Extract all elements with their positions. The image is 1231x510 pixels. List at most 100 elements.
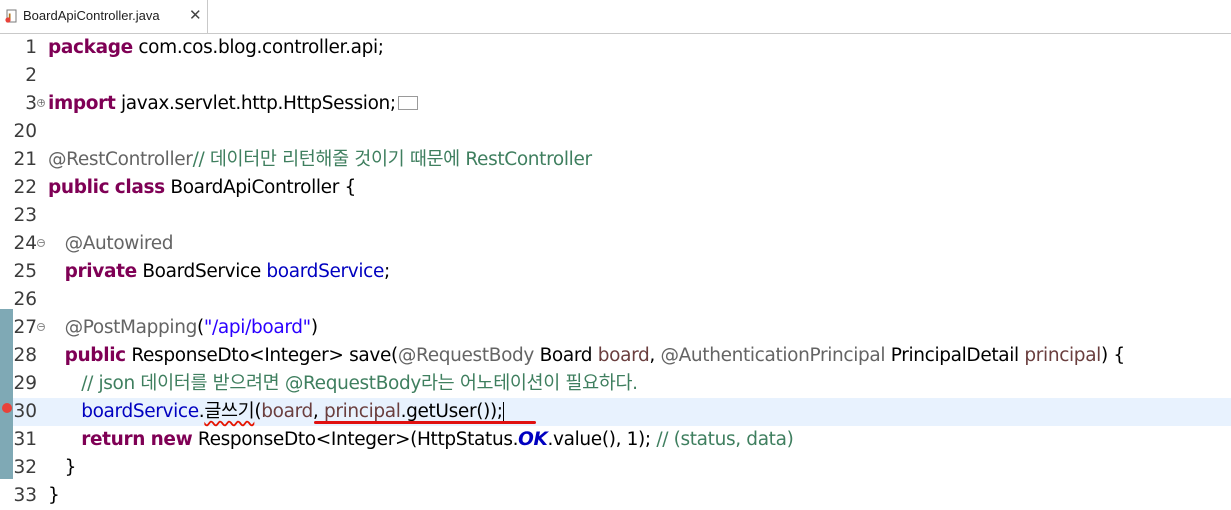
code-token: "/api/board" xyxy=(203,317,311,338)
code-token: // (status, data) xyxy=(656,429,794,450)
change-bar xyxy=(0,309,13,479)
tab-board-api-controller[interactable]: J BoardApiController.java ✕ xyxy=(0,0,208,33)
code-line[interactable]: 25 private BoardService boardService; xyxy=(0,258,1231,286)
code-token: private xyxy=(64,261,138,282)
editor-tab-bar: J BoardApiController.java ✕ xyxy=(0,0,1231,34)
line-number: 25 xyxy=(13,261,37,282)
code-text: package com.cos.blog.controller.api; xyxy=(48,34,384,62)
java-file-icon: J xyxy=(5,9,17,23)
code-line[interactable]: 24− @Autowired xyxy=(0,230,1231,258)
code-line[interactable]: 3 + import javax.servlet.http.HttpSession; xyxy=(0,90,1231,118)
code-token: .value(), 1); xyxy=(547,429,657,450)
code-text: import javax.servlet.http.HttpSession; xyxy=(48,90,418,118)
line-number: 21 xyxy=(13,149,37,170)
code-token: boardService xyxy=(81,401,199,422)
code-token: principal xyxy=(1024,345,1101,366)
code-line[interactable]: 26 xyxy=(0,286,1231,314)
code-text: } xyxy=(48,454,77,482)
code-token: principal xyxy=(323,401,401,422)
code-token: return xyxy=(81,429,146,450)
code-line[interactable]: 21 @RestController// 데이터만 리턴해줄 것이기 때문에 Re… xyxy=(0,146,1231,174)
code-token: boardService xyxy=(266,261,385,282)
code-token: board xyxy=(261,401,313,422)
collapsed-imports-box[interactable] xyxy=(397,96,418,110)
code-token: Board xyxy=(539,345,593,366)
line-number: 23 xyxy=(13,205,37,226)
code-line[interactable]: 1 package com.cos.blog.controller.api; xyxy=(0,34,1231,62)
code-token: , xyxy=(649,345,655,366)
code-line[interactable]: 22 public class BoardApiController { xyxy=(0,174,1231,202)
line-number: 1 xyxy=(25,37,37,58)
code-text: @RestController// 데이터만 리턴해줄 것이기 때문에 Rest… xyxy=(48,146,592,174)
code-token: new xyxy=(150,429,193,450)
code-line[interactable]: 20 xyxy=(0,118,1231,146)
code-editor[interactable]: 1 package com.cos.blog.controller.api; 2 3 +… xyxy=(0,34,1231,506)
code-token: BoardApiController { xyxy=(170,177,356,198)
code-token: javax.servlet.http.HttpSession; xyxy=(120,93,396,114)
line-number: 28 xyxy=(13,345,37,366)
line-number: 27 xyxy=(13,317,37,338)
code-line[interactable]: 28 public ResponseDto<Integer> save(@Req… xyxy=(0,342,1231,370)
code-token: 글쓰기 xyxy=(204,401,255,422)
code-text: @PostMapping("/api/board") xyxy=(48,314,318,342)
code-token: public xyxy=(48,177,110,198)
code-token: ) xyxy=(310,317,318,338)
code-line[interactable]: 27− @PostMapping("/api/board") xyxy=(0,314,1231,342)
code-text: @Autowired xyxy=(48,230,174,258)
code-line[interactable]: 32 } xyxy=(0,454,1231,482)
line-number: 29 xyxy=(13,373,37,394)
code-line[interactable]: 2 xyxy=(0,62,1231,90)
code-token: @Autowired xyxy=(64,233,174,254)
annotation-underline xyxy=(314,421,536,424)
code-line[interactable]: 31 return new ResponseDto<Integer>(HttpS… xyxy=(0,426,1231,454)
code-token: import xyxy=(48,93,116,114)
code-text: private BoardService boardService; xyxy=(48,258,391,286)
code-token: package xyxy=(48,37,133,58)
line-number: 32 xyxy=(13,457,37,478)
line-number: 20 xyxy=(13,121,37,142)
code-line[interactable]: 30 boardService.글쓰기(board, principal.get… xyxy=(0,398,1231,426)
code-token: OK xyxy=(518,429,548,450)
expand-fold-icon[interactable]: + xyxy=(37,99,45,107)
text-caret xyxy=(502,402,504,422)
code-token: ResponseDto<Integer> save( xyxy=(131,345,398,366)
line-number: 3 xyxy=(25,93,37,114)
code-token: public xyxy=(64,345,127,366)
line-number: 31 xyxy=(13,429,37,450)
code-text: public class BoardApiController { xyxy=(48,174,356,202)
code-token: ) { xyxy=(1100,345,1125,366)
code-token: ResponseDto<Integer>(HttpStatus. xyxy=(197,429,519,450)
line-number: 2 xyxy=(25,65,37,86)
left-ruler xyxy=(0,34,13,506)
code-token: @RestController xyxy=(48,149,193,170)
line-number: 26 xyxy=(13,289,37,310)
line-number: 22 xyxy=(13,177,37,198)
code-token: } xyxy=(48,485,60,506)
code-token: PrincipalDetail xyxy=(890,345,1019,366)
code-token: class xyxy=(114,177,165,198)
code-line[interactable]: 29 // json 데이터를 받으려면 @RequestBody라는 어노테이… xyxy=(0,370,1231,398)
code-token: , xyxy=(312,401,324,422)
code-token: @AuthenticationPrincipal xyxy=(660,345,886,366)
line-number: 24 xyxy=(13,233,37,254)
code-token: ; xyxy=(384,261,390,282)
error-icon[interactable] xyxy=(2,403,12,413)
collapse-fold-icon[interactable]: − xyxy=(37,239,45,247)
code-token: board xyxy=(597,345,650,366)
code-line[interactable]: 23 xyxy=(0,202,1231,230)
code-token: ( xyxy=(197,317,204,338)
code-text: public ResponseDto<Integer> save(@Reques… xyxy=(48,342,1126,370)
collapse-fold-icon[interactable]: − xyxy=(37,323,45,331)
close-icon[interactable]: ✕ xyxy=(189,7,202,23)
code-token: // 데이터만 리턴해줄 것이기 때문에 RestController xyxy=(192,149,593,170)
code-token: // json 데이터를 받으려면 @RequestBody라는 어노테이션이 … xyxy=(81,373,638,394)
code-token: BoardService xyxy=(142,261,261,282)
code-text: return new ResponseDto<Integer>(HttpStat… xyxy=(48,426,794,454)
